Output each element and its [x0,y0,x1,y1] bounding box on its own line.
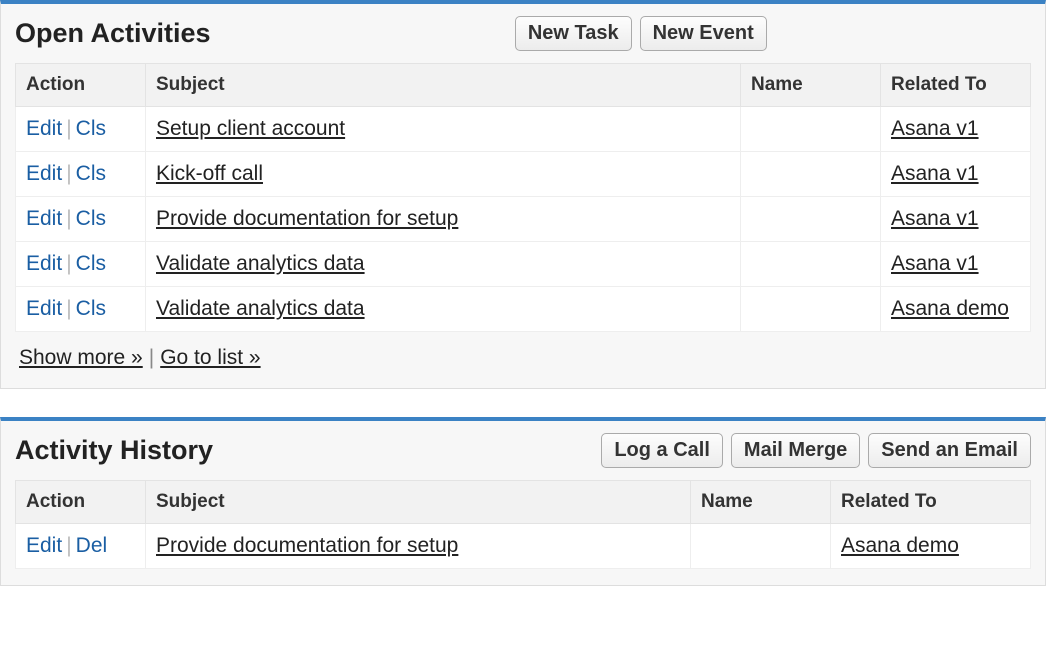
cls-link[interactable]: Cls [76,117,106,140]
open-activities-title: Open Activities [15,18,211,49]
activity-history-panel: Activity History Log a Call Mail Merge S… [0,417,1046,586]
related-to-link[interactable]: Asana demo [891,297,1009,320]
subject-link[interactable]: Provide documentation for setup [156,207,458,230]
new-task-button[interactable]: New Task [515,16,632,51]
related-to-link[interactable]: Asana v1 [891,207,979,230]
table-row: Edit|Cls Provide documentation for setup… [16,197,1031,242]
related-to-link[interactable]: Asana demo [841,534,959,557]
subject-link[interactable]: Setup client account [156,117,345,140]
activity-history-buttons: Log a Call Mail Merge Send an Email [601,433,1031,468]
edit-link[interactable]: Edit [26,162,62,185]
edit-link[interactable]: Edit [26,297,62,320]
related-to-link[interactable]: Asana v1 [891,117,979,140]
col-header-name[interactable]: Name [691,481,831,524]
new-event-button[interactable]: New Event [640,16,767,51]
activity-history-table: Action Subject Name Related To Edit|Del … [15,480,1031,569]
cls-link[interactable]: Cls [76,297,106,320]
subject-link[interactable]: Validate analytics data [156,252,365,275]
col-header-subject[interactable]: Subject [146,481,691,524]
col-header-subject[interactable]: Subject [146,64,741,107]
open-activities-footer: Show more »|Go to list » [15,332,1031,372]
col-header-related[interactable]: Related To [831,481,1031,524]
col-header-name[interactable]: Name [741,64,881,107]
table-row: Edit|Cls Validate analytics data Asana v… [16,242,1031,287]
activity-history-title: Activity History [15,435,213,466]
name-cell [741,287,881,332]
table-row: Edit|Cls Kick-off call Asana v1 [16,152,1031,197]
open-activities-table: Action Subject Name Related To Edit|Cls … [15,63,1031,332]
cls-link[interactable]: Cls [76,252,106,275]
cls-link[interactable]: Cls [76,162,106,185]
cls-link[interactable]: Cls [76,207,106,230]
edit-link[interactable]: Edit [26,207,62,230]
open-activities-buttons: New Task New Event [515,16,767,51]
log-a-call-button[interactable]: Log a Call [601,433,723,468]
related-to-link[interactable]: Asana v1 [891,162,979,185]
table-row: Edit|Cls Setup client account Asana v1 [16,107,1031,152]
go-to-list-link[interactable]: Go to list » [160,346,260,369]
del-link[interactable]: Del [76,534,108,557]
col-header-action[interactable]: Action [16,64,146,107]
show-more-link[interactable]: Show more » [19,346,143,369]
name-cell [741,152,881,197]
mail-merge-button[interactable]: Mail Merge [731,433,860,468]
activity-history-header: Activity History Log a Call Mail Merge S… [15,433,1031,468]
col-header-related[interactable]: Related To [881,64,1031,107]
table-row: Edit|Cls Validate analytics data Asana d… [16,287,1031,332]
edit-link[interactable]: Edit [26,252,62,275]
col-header-action[interactable]: Action [16,481,146,524]
name-cell [741,242,881,287]
open-activities-header: Open Activities New Task New Event [15,16,1031,51]
subject-link[interactable]: Kick-off call [156,162,263,185]
edit-link[interactable]: Edit [26,534,62,557]
subject-link[interactable]: Validate analytics data [156,297,365,320]
name-cell [741,197,881,242]
edit-link[interactable]: Edit [26,117,62,140]
send-an-email-button[interactable]: Send an Email [868,433,1031,468]
name-cell [691,524,831,569]
name-cell [741,107,881,152]
related-to-link[interactable]: Asana v1 [891,252,979,275]
open-activities-panel: Open Activities New Task New Event Actio… [0,0,1046,389]
subject-link[interactable]: Provide documentation for setup [156,534,458,557]
table-row: Edit|Del Provide documentation for setup… [16,524,1031,569]
